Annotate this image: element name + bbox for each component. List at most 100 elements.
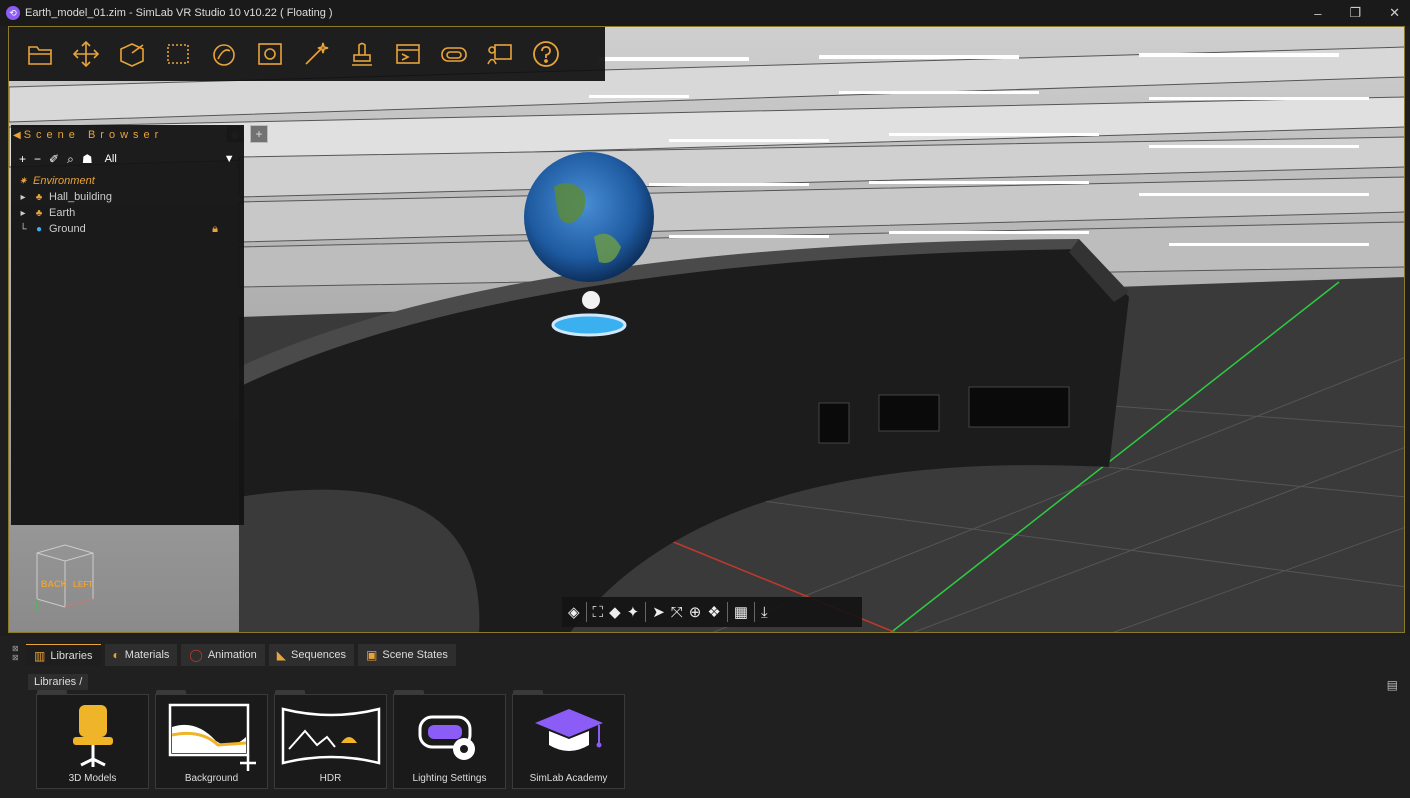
tree-item-hall-building[interactable]: ▸ ♣ Hall_building (11, 189, 244, 205)
library-grid: 3D Models Background HDR Lighting Settin… (36, 690, 625, 789)
minimize-button[interactable]: – (1314, 6, 1321, 21)
scene-states-icon: ▣ (366, 648, 378, 662)
tab-label: Libraries (50, 649, 93, 662)
background-icon (168, 703, 256, 771)
library-3d-models[interactable]: 3D Models (36, 690, 149, 789)
tab-label: Materials (124, 649, 170, 661)
maximize-button[interactable]: ❐ (1349, 5, 1361, 21)
light-icon[interactable]: ✦ (627, 603, 640, 621)
remove-icon[interactable]: − (34, 152, 41, 166)
hdr-panorama-icon (281, 707, 381, 765)
tree-branch-icon: └ (19, 223, 27, 235)
tab-label: Sequences (291, 649, 347, 661)
vr-headset-icon[interactable] (433, 33, 475, 75)
tree-item-earth[interactable]: ▸ ♣ Earth (11, 205, 244, 221)
bottom-tabs: ▥ Libraries ◐ Materials ◯ Animation ◣ Se… (26, 644, 456, 666)
group-icon[interactable]: ☗ (82, 152, 93, 166)
edit-object-icon[interactable] (111, 33, 153, 75)
filter-dropdown[interactable]: All ▼ (105, 153, 235, 165)
chair-icon (73, 705, 113, 767)
open-icon[interactable] (19, 33, 61, 75)
help-icon[interactable] (525, 33, 567, 75)
search-icon[interactable]: ⌕ (67, 152, 74, 167)
panel-pin-icon[interactable]: ⊠ ⊠ (12, 644, 19, 662)
scene-browser-toolbar: + − ✐ ⌕ ☗ All ▼ (11, 149, 244, 169)
bottom-panel: ⊠ ⊠ ▥ Libraries ◐ Materials ◯ Animation ◣… (0, 636, 1410, 798)
view-options-icon[interactable]: ▤ (1387, 678, 1398, 692)
tree-item-ground[interactable]: └ ● Ground 🔒︎ (11, 221, 244, 237)
render-icon[interactable] (249, 33, 291, 75)
hierarchy-icon: ♣ (35, 207, 43, 219)
viewcube-back-label: BACK (41, 579, 67, 589)
select-region-icon[interactable] (157, 33, 199, 75)
viewport-toolbar: ◈ ⛶ ◆ ✦ ➤ ⤧ ⊕ ❖ ▦ ⤓ (562, 597, 862, 627)
touch-icon[interactable] (341, 33, 383, 75)
grid-icon[interactable]: ▦ (734, 603, 748, 621)
title-bar: ⟲ Earth_model_01.zim - SimLab VR Studio … (0, 0, 1410, 26)
tree-item-label: Environment (33, 175, 95, 187)
scene-browser-header[interactable]: ◀ Scene Browser (11, 125, 244, 145)
library-label: HDR (319, 773, 342, 784)
library-label: Lighting Settings (412, 773, 487, 784)
tab-label: Scene States (382, 649, 448, 661)
chevron-down-icon: ▼ (223, 153, 235, 165)
tab-animation[interactable]: ◯ Animation (181, 644, 265, 666)
library-simlab-academy[interactable]: SimLab Academy (512, 690, 625, 789)
graduation-cap-icon (535, 709, 603, 751)
viewcube-left-label: LEFT (73, 580, 93, 589)
sequences-icon: ◣ (276, 648, 286, 662)
tree-item-environment[interactable]: ✷ Environment (11, 173, 244, 189)
expand-arrow-icon[interactable]: ▸ (17, 207, 29, 219)
materials-icon[interactable] (203, 33, 245, 75)
library-label: SimLab Academy (529, 773, 608, 784)
collapse-left-icon[interactable]: ◀ (13, 130, 21, 141)
mesh-icon: ● (35, 223, 43, 235)
hierarchy-icon: ♣ (35, 191, 43, 203)
add-view-icon[interactable]: + (250, 125, 268, 143)
materials-icon: ◐ (112, 648, 120, 662)
tag-icon[interactable]: ✐ (49, 152, 59, 166)
move-icon[interactable] (65, 33, 107, 75)
zoom-icon[interactable]: ⊕ (689, 603, 702, 621)
scene-tree: ✷ Environment ▸ ♣ Hall_building ▸ ♣ Eart… (11, 173, 244, 237)
window-title: Earth_model_01.zim - SimLab VR Studio 10… (25, 7, 333, 19)
scene-browser-panel: ◀ Scene Browser + − ✐ ⌕ ☗ All ▼ ✷ Enviro… (11, 125, 244, 525)
cube-icon[interactable]: ◆ (609, 603, 621, 621)
library-label: 3D Models (68, 773, 117, 784)
animation-icon: ◯ (189, 648, 203, 662)
library-hdr[interactable]: HDR (274, 690, 387, 789)
breadcrumb[interactable]: Libraries / (28, 674, 89, 690)
effects-icon[interactable] (295, 33, 337, 75)
fit-icon[interactable]: ⤧ (671, 604, 683, 621)
frame-icon[interactable]: ⛶ (593, 604, 604, 621)
timeline-icon[interactable] (387, 33, 429, 75)
library-label: Background (184, 773, 239, 784)
drop-to-ground-icon[interactable]: ⤓ (761, 604, 768, 621)
close-button[interactable]: ✕ (1389, 5, 1400, 21)
scene-browser-title: Scene Browser (23, 129, 164, 141)
tree-item-label: Earth (49, 207, 76, 219)
tree-item-label: Hall_building (49, 191, 112, 203)
vr-settings-icon (418, 715, 475, 760)
app-logo-icon: ⟲ (6, 6, 20, 20)
lock-icon[interactable]: 🔒︎ (212, 223, 218, 236)
tab-materials[interactable]: ◐ Materials (104, 644, 178, 666)
library-lighting-settings[interactable]: Lighting Settings (393, 690, 506, 789)
3d-viewport[interactable]: ◉ + ◀ Scene Browser + − ✐ ⌕ ☗ All ▼ ✷ En… (8, 26, 1405, 633)
libraries-icon: ▥ (34, 648, 46, 663)
add-icon[interactable]: + (19, 152, 26, 166)
expand-arrow-icon[interactable]: ▸ (17, 191, 29, 203)
main-toolbar (9, 27, 605, 81)
presentation-icon[interactable] (479, 33, 521, 75)
tab-libraries[interactable]: ▥ Libraries (26, 644, 101, 666)
filter-value: All (104, 153, 117, 165)
cursor-icon[interactable]: ➤ (652, 603, 665, 621)
tree-item-label: Ground (49, 223, 86, 235)
render-mode-icon[interactable]: ◈ (568, 603, 580, 621)
snap-icon[interactable]: ❖ (707, 603, 720, 621)
library-background[interactable]: Background (155, 690, 268, 789)
tab-scene-states[interactable]: ▣ Scene States (358, 644, 456, 666)
tab-sequences[interactable]: ◣ Sequences (268, 644, 355, 666)
tab-label: Animation (207, 649, 257, 661)
view-cube[interactable]: BACK LEFT (31, 533, 101, 613)
